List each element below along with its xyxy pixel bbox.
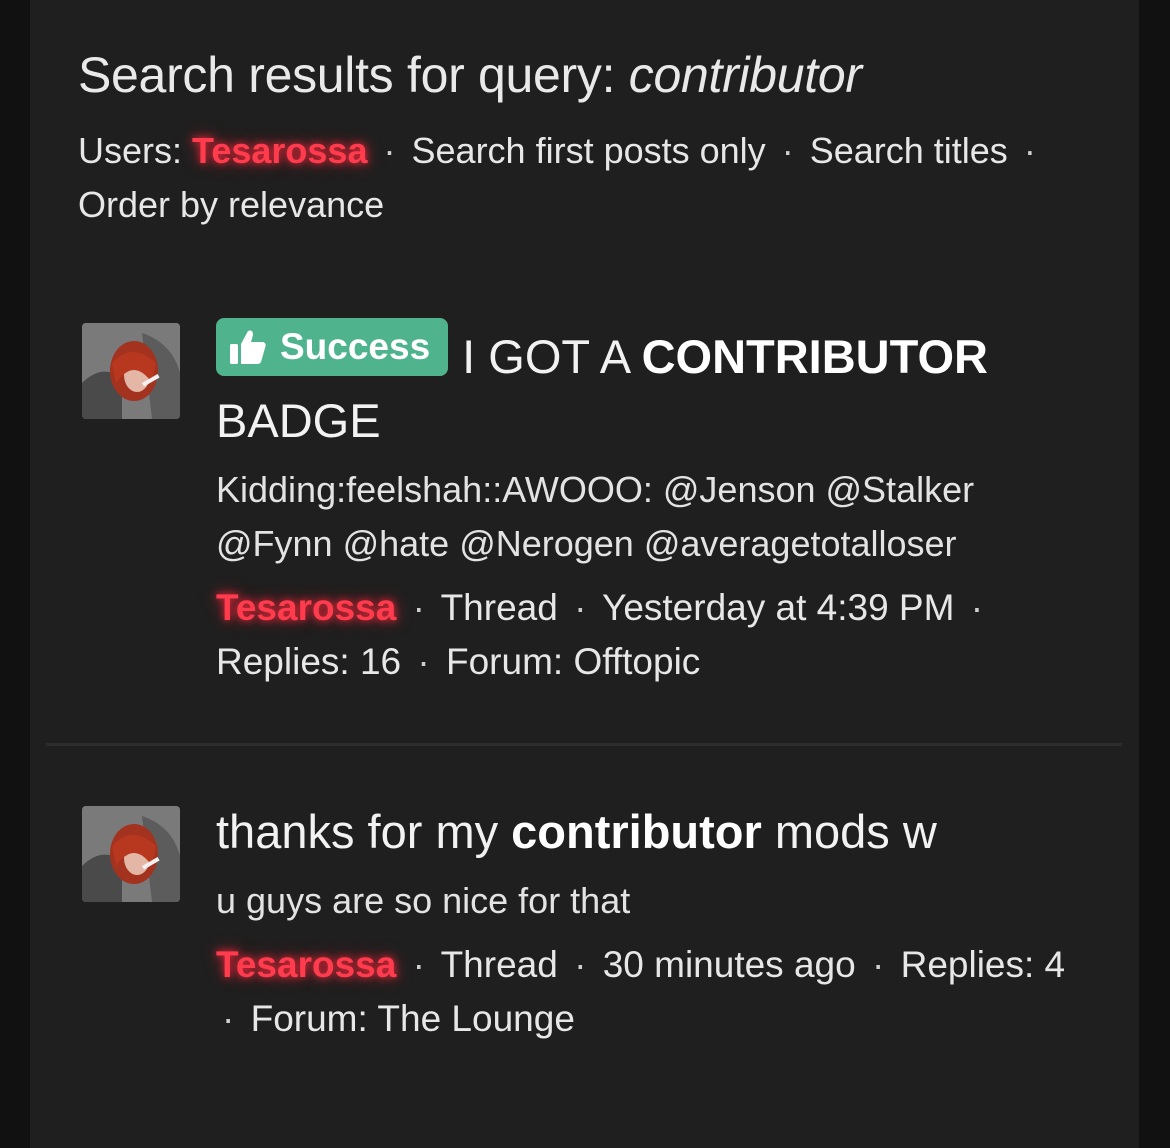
filter-order-link[interactable]: Order by relevance [78, 184, 384, 225]
title-highlight: contributor [511, 805, 762, 858]
author-link[interactable]: Tesarossa [216, 944, 396, 985]
result-meta: Tesarossa · Thread · Yesterday at 4:39 P… [216, 581, 1096, 689]
users-label: Users: [78, 130, 183, 171]
filter-user-link[interactable]: Tesarossa [192, 130, 367, 171]
replies-count: Replies: 4 [900, 944, 1066, 985]
separator: · [970, 587, 984, 628]
content-type: Thread [440, 944, 558, 985]
result-meta: Tesarossa · Thread · 30 minutes ago · Re… [216, 938, 1096, 1046]
author-link[interactable]: Tesarossa [216, 587, 396, 628]
forum-link[interactable]: Forum: Offtopic [446, 641, 700, 682]
prefix-label: Success [280, 326, 431, 367]
separator: · [871, 944, 885, 985]
avatar-image [82, 323, 180, 419]
timestamp-link[interactable]: Yesterday at 4:39 PM [602, 587, 954, 628]
forum-link[interactable]: Forum: The Lounge [251, 998, 575, 1039]
separator: · [412, 944, 425, 985]
search-filters: Users: Tesarossa · Search first posts on… [78, 124, 1098, 232]
page-title: Search results for query: contributor [78, 44, 1098, 106]
title-text: mods w [774, 805, 937, 858]
separator: · [781, 130, 794, 171]
separator: · [1023, 130, 1036, 171]
title-text: thanks for my [216, 805, 499, 858]
separator: · [412, 587, 425, 628]
timestamp-link[interactable]: 30 minutes ago [603, 944, 856, 985]
result-body: Success I GOT A CONTRIBUTOR BADGE Kiddin… [216, 318, 1096, 689]
thumbs-up-icon [230, 330, 266, 364]
result-title-link[interactable]: Success I GOT A CONTRIBUTOR BADGE [216, 318, 1096, 453]
result-body: thanks for my contributor mods w u guys … [216, 800, 1096, 1046]
avatar[interactable] [82, 323, 180, 419]
separator: · [417, 641, 430, 682]
search-results-panel: Search results for query: contributor Us… [30, 0, 1139, 1148]
avatar-image [82, 806, 180, 902]
separator: · [383, 130, 396, 171]
result-snippet: u guys are so nice for that [216, 880, 631, 921]
search-query: contributor [628, 47, 862, 103]
title-text: BADGE [216, 394, 381, 447]
separator: · [574, 944, 587, 985]
separator: · [574, 587, 587, 628]
result-divider [46, 743, 1122, 746]
search-header: Search results for query: contributor Us… [78, 44, 1098, 232]
separator: · [222, 998, 235, 1039]
title-prefix: Search results for query: [78, 47, 616, 103]
avatar[interactable] [82, 806, 180, 902]
title-highlight: CONTRIBUTOR [641, 330, 988, 383]
title-text: I GOT A [462, 330, 629, 383]
replies-count: Replies: 16 [216, 641, 402, 682]
filter-titles-link[interactable]: Search titles [810, 130, 1008, 171]
result-title-link[interactable]: thanks for my contributor mods w [216, 800, 1096, 864]
prefix-badge-success[interactable]: Success [216, 318, 449, 376]
filter-first-posts-link[interactable]: Search first posts only [412, 130, 766, 171]
content-type: Thread [440, 587, 558, 628]
result-snippet: Kidding:feelshah::AWOOO: @Jenson @Stalke… [216, 469, 975, 564]
